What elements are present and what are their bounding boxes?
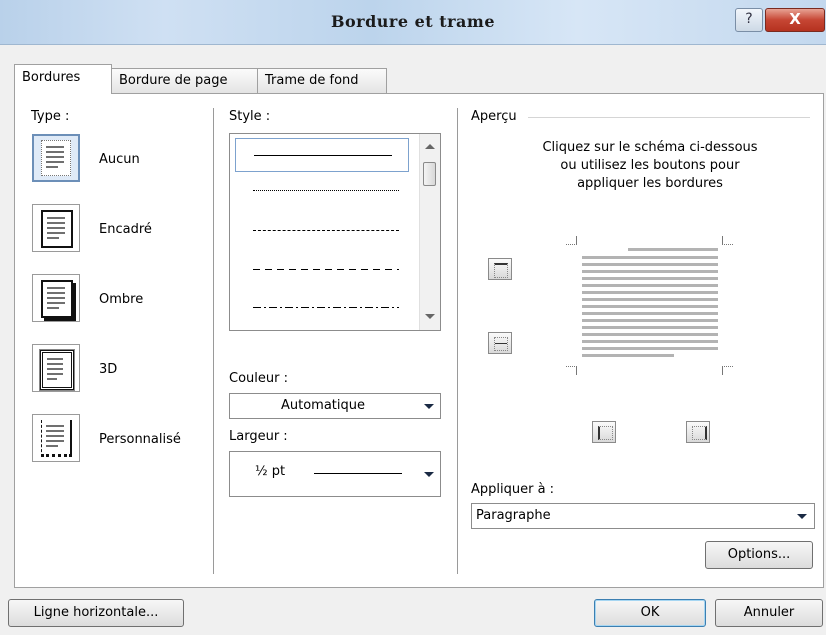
border-top-icon xyxy=(494,263,508,278)
scroll-down-icon[interactable] xyxy=(425,314,435,319)
page-icon xyxy=(41,210,73,248)
window-title: Bordure et trame xyxy=(330,12,496,31)
tab-bordures[interactable]: Bordures xyxy=(14,64,112,94)
width-line-sample xyxy=(314,473,402,474)
border-left-button[interactable] xyxy=(592,421,616,443)
style-option-dash-dot[interactable] xyxy=(235,290,409,324)
apply-dropdown[interactable]: Paragraphe xyxy=(471,503,815,529)
type-encadre-label: Encadré xyxy=(99,222,152,237)
chevron-down-icon xyxy=(424,404,434,409)
divider xyxy=(213,108,214,574)
width-value: ½ pt xyxy=(255,464,286,479)
page-icon xyxy=(41,280,73,318)
preview-instruction-1: Cliquez sur le schéma ci-dessous xyxy=(542,140,758,155)
ok-button[interactable]: OK xyxy=(594,599,706,627)
border-right-button[interactable] xyxy=(686,421,710,443)
preview-diagram[interactable] xyxy=(560,228,740,378)
border-right-icon xyxy=(692,426,707,440)
tab-trame-de-fond[interactable]: Trame de fond xyxy=(257,68,387,93)
color-label: Couleur : xyxy=(229,371,288,386)
type-label: Type : xyxy=(31,109,70,124)
tab-label: Trame de fond xyxy=(265,73,359,88)
style-option-dashed-fine[interactable] xyxy=(235,214,409,248)
type-aucun-button[interactable] xyxy=(32,134,80,182)
preview-label: Aperçu xyxy=(471,109,517,124)
chevron-down-icon xyxy=(797,514,807,519)
tab-bordure-de-page[interactable]: Bordure de page xyxy=(111,68,259,93)
style-label: Style : xyxy=(229,109,271,124)
page-icon xyxy=(41,420,72,457)
width-label: Largeur : xyxy=(229,429,288,444)
divider xyxy=(457,108,458,574)
horizontal-line-button[interactable]: Ligne horizontale... xyxy=(8,599,184,627)
apply-value: Paragraphe xyxy=(476,508,551,523)
apply-label: Appliquer à : xyxy=(471,482,555,497)
style-option-dotted[interactable] xyxy=(235,174,409,208)
color-dropdown[interactable]: Automatique xyxy=(229,393,441,419)
page-icon xyxy=(39,349,75,391)
type-3d-label: 3D xyxy=(99,362,118,377)
style-option-solid[interactable] xyxy=(235,138,409,172)
options-button[interactable]: Options... xyxy=(705,541,813,569)
scroll-up-icon[interactable] xyxy=(425,144,435,149)
type-ombre-button[interactable] xyxy=(32,274,80,322)
page-icon xyxy=(41,140,71,176)
tab-label: Bordure de page xyxy=(119,73,228,88)
cancel-button[interactable]: Annuler xyxy=(715,599,823,627)
type-3d-button[interactable] xyxy=(32,344,80,392)
border-top-button[interactable] xyxy=(488,258,512,280)
close-button[interactable]: X xyxy=(765,8,825,32)
tab-label: Bordures xyxy=(22,70,81,85)
style-scrollbar[interactable] xyxy=(419,134,440,330)
type-aucun-label: Aucun xyxy=(99,152,140,167)
width-dropdown[interactable]: ½ pt xyxy=(229,451,441,497)
border-inside-horizontal-icon xyxy=(494,337,508,351)
type-personnalise-button[interactable] xyxy=(32,414,80,462)
border-inside-horizontal-button[interactable] xyxy=(488,332,512,354)
type-ombre-label: Ombre xyxy=(99,292,144,307)
border-left-icon xyxy=(598,426,613,440)
help-button[interactable]: ? xyxy=(735,8,763,32)
color-value: Automatique xyxy=(280,398,365,413)
type-encadre-button[interactable] xyxy=(32,204,80,252)
scroll-thumb[interactable] xyxy=(423,162,436,186)
preview-group-line xyxy=(528,117,810,118)
style-option-dashed[interactable] xyxy=(235,252,409,286)
type-personnalise-label: Personnalisé xyxy=(99,432,181,447)
chevron-down-icon xyxy=(424,472,434,477)
preview-instruction-3: appliquer les bordures xyxy=(577,176,723,191)
title-bar: Bordure et trame ? X xyxy=(0,0,826,45)
style-listbox[interactable] xyxy=(229,133,441,331)
preview-instruction-2: ou utilisez les boutons pour xyxy=(560,158,740,173)
